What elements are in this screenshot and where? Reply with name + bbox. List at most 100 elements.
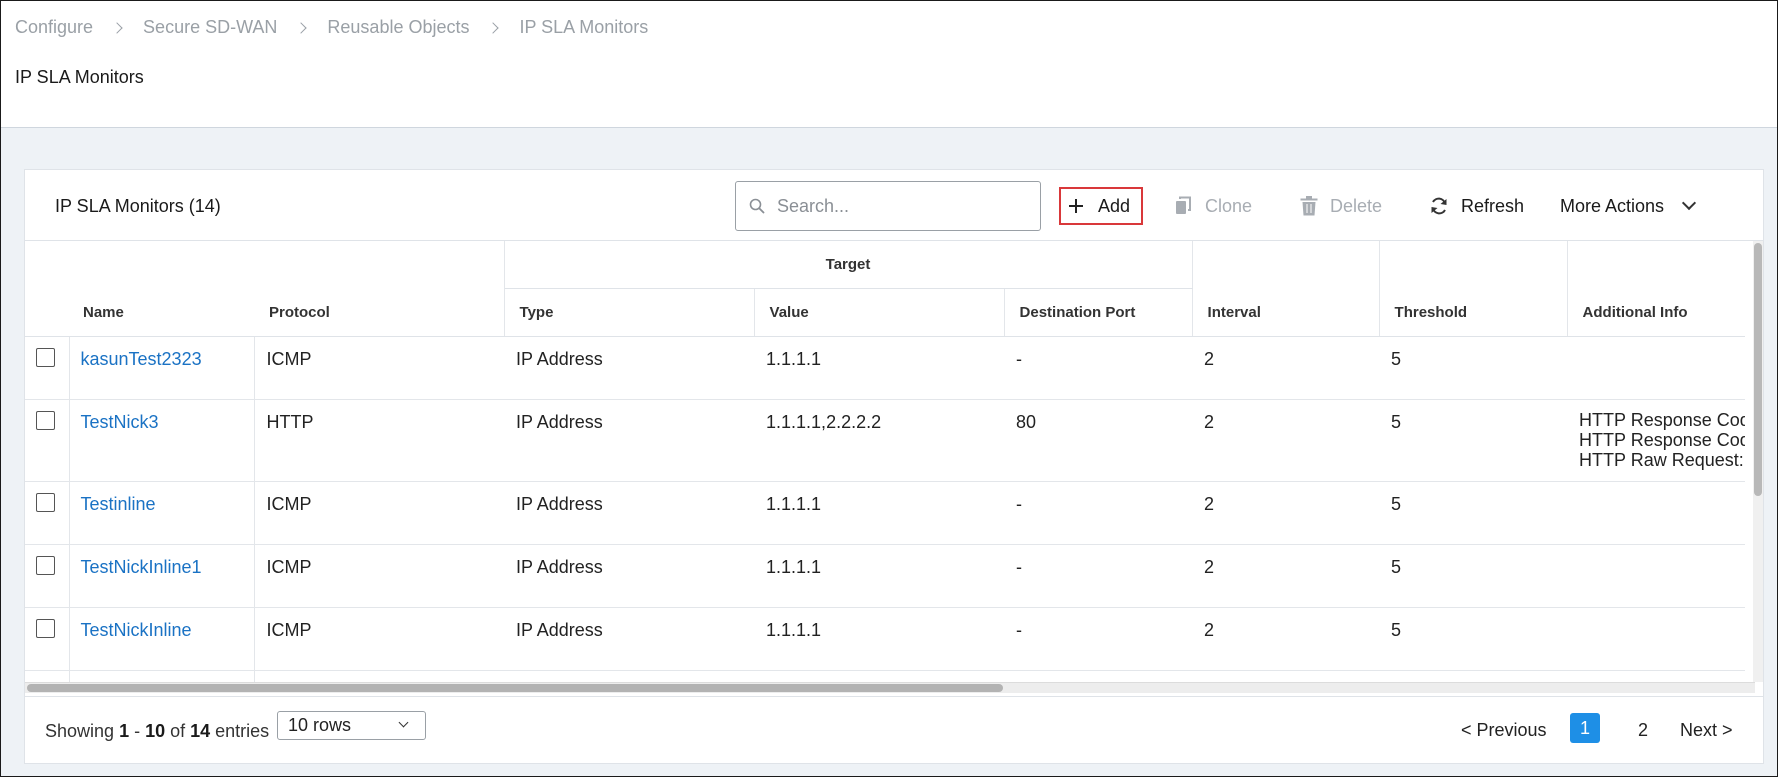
vertical-scrollbar[interactable] (1753, 241, 1763, 682)
table-row: TestNickInline ICMP IP Address 1.1.1.1 -… (25, 607, 1745, 671)
port-cell: - (1004, 607, 1193, 671)
refresh-button-label: Refresh (1461, 195, 1525, 216)
chevron-right-icon (111, 21, 123, 34)
monitor-name-link[interactable]: TestNickInline1 (81, 557, 202, 577)
chevron-down-icon (398, 717, 409, 728)
monitor-name-link[interactable]: kasunTest2323 (81, 349, 202, 369)
clone-button-label: Clone (1205, 195, 1253, 216)
column-header-destination-port[interactable]: Destination Port (1004, 288, 1193, 337)
interval-cell: 2 (1192, 544, 1380, 608)
port-cell: 80 (1004, 399, 1193, 482)
table-title: IP SLA Monitors (14) (55, 196, 221, 216)
row-checkbox[interactable] (36, 410, 55, 430)
delete-button-label: Delete (1330, 195, 1383, 216)
type-cell: IP Address (504, 481, 755, 545)
column-header-type[interactable]: Type (504, 288, 755, 337)
chevron-down-icon (1681, 195, 1697, 211)
search-input[interactable] (777, 195, 1017, 217)
breadcrumb: Configure Secure SD-WAN Reusable Objects… (15, 17, 648, 38)
protocol-cell: ICMP (254, 481, 505, 545)
threshold-cell: 5 (1379, 399, 1568, 482)
refresh-icon (1431, 197, 1447, 215)
monitor-name-link[interactable]: TestNick3 (81, 412, 159, 432)
column-header-protocol[interactable]: Protocol (254, 241, 505, 337)
breadcrumb-configure[interactable]: Configure (15, 17, 93, 38)
monitors-table-viewport: Name Protocol Target Interval Threshold … (25, 241, 1745, 682)
rows-per-page-select[interactable]: 10 rows (277, 711, 426, 740)
row-checkbox[interactable] (36, 492, 55, 512)
interval-cell: 2 (1192, 336, 1380, 400)
value-cell: 1.1.1.1 (754, 544, 1005, 608)
table-toolbar: IP SLA Monitors (14) Add (25, 170, 1763, 241)
more-actions-button[interactable]: More Actions (1560, 187, 1697, 225)
value-cell: 1.1.1.1 (754, 336, 1005, 400)
additional-info-line: HTTP Response Code I (1579, 409, 1745, 430)
additional-info-cell (1567, 607, 1745, 671)
row-checkbox[interactable] (36, 618, 55, 638)
clone-button[interactable]: Clone (1175, 187, 1252, 225)
value-cell: 1.1.1.1,2.2.2.2 (754, 399, 1005, 482)
additional-info-line: HTTP Response Code I (1579, 429, 1745, 450)
chevron-right-icon (487, 21, 500, 34)
breadcrumb-ip-sla-monitors: IP SLA Monitors (519, 17, 649, 37)
table-row (25, 670, 1745, 682)
delete-button[interactable]: Delete (1300, 187, 1382, 225)
additional-info-cell (1567, 336, 1745, 400)
table-row: TestNickInline1 ICMP IP Address 1.1.1.1 … (25, 544, 1745, 608)
threshold-cell: 5 (1379, 607, 1568, 671)
breadcrumb-secure-sd-wan[interactable]: Secure SD-WAN (143, 17, 277, 38)
chevron-right-icon (295, 21, 308, 34)
column-header-value[interactable]: Value (754, 288, 1005, 337)
next-page-button[interactable]: Next > (1680, 720, 1733, 741)
page-2-button[interactable]: 2 (1638, 720, 1648, 741)
monitor-name-link[interactable]: Testinline (81, 494, 156, 514)
port-cell: - (1004, 544, 1193, 608)
type-cell: IP Address (504, 336, 755, 400)
table-row: TestNick3 HTTP IP Address 1.1.1.1,2.2.2.… (25, 399, 1745, 482)
app-frame: Configure Secure SD-WAN Reusable Objects… (0, 0, 1778, 777)
table-footer: Showing 1 - 10 of 14 entries 10 rows < P… (25, 696, 1763, 763)
additional-info-cell (1567, 481, 1745, 545)
ip-sla-monitors-card: IP SLA Monitors (14) Add (24, 169, 1764, 764)
rows-per-page-value: 10 rows (288, 715, 352, 735)
type-cell: IP Address (504, 544, 755, 608)
column-header-additional-info[interactable]: Additional Info (1567, 241, 1745, 337)
row-checkbox[interactable] (36, 347, 55, 367)
more-actions-label: More Actions (1560, 195, 1665, 216)
vertical-scrollbar-thumb[interactable] (1754, 243, 1762, 496)
threshold-cell: 5 (1379, 544, 1568, 608)
additional-info-cell: HTTP Response Code I HTTP Response Code … (1567, 399, 1745, 482)
copy-icon (1176, 196, 1191, 214)
protocol-cell: ICMP (254, 607, 505, 671)
table-row: Testinline ICMP IP Address 1.1.1.1 - 2 5 (25, 481, 1745, 545)
port-cell: - (1004, 481, 1193, 545)
horizontal-scrollbar-thumb[interactable] (27, 684, 1003, 692)
additional-info-line: HTTP Raw Request: P (1579, 449, 1744, 470)
column-header-name[interactable]: Name (25, 241, 255, 337)
search-icon (749, 198, 765, 214)
page-1-button[interactable]: 1 (1570, 713, 1600, 743)
threshold-cell: 5 (1379, 481, 1568, 545)
column-group-target: Target (504, 241, 1193, 289)
type-cell: IP Address (504, 399, 755, 482)
refresh-button[interactable]: Refresh (1429, 187, 1524, 225)
previous-page-button[interactable]: < Previous (1461, 720, 1547, 741)
trash-icon (1300, 196, 1318, 216)
breadcrumb-reusable-objects[interactable]: Reusable Objects (327, 17, 469, 38)
add-button[interactable]: Add (1059, 187, 1143, 225)
horizontal-scrollbar[interactable] (25, 682, 1755, 693)
interval-cell: 2 (1192, 607, 1380, 671)
row-checkbox[interactable] (36, 555, 55, 575)
search-box[interactable] (735, 181, 1041, 231)
column-header-interval[interactable]: Interval (1192, 241, 1380, 337)
monitor-name-link[interactable]: TestNickInline (81, 620, 192, 640)
port-cell: - (1004, 336, 1193, 400)
page-title: IP SLA Monitors (15, 67, 144, 87)
monitors-table: Name Protocol Target Interval Threshold … (25, 241, 1745, 682)
page-header: Configure Secure SD-WAN Reusable Objects… (1, 1, 1777, 128)
protocol-cell: ICMP (254, 336, 505, 400)
interval-cell: 2 (1192, 481, 1380, 545)
column-header-threshold[interactable]: Threshold (1379, 241, 1568, 337)
plus-icon (1069, 199, 1083, 213)
value-cell: 1.1.1.1 (754, 607, 1005, 671)
